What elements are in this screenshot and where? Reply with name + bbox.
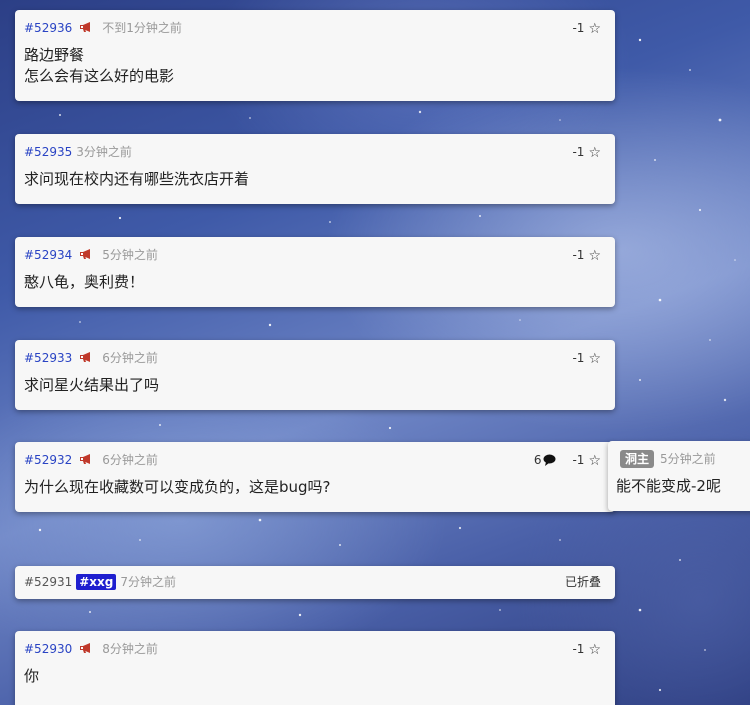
post-card[interactable]: #52933 6分钟之前 -1 ☆ 求问星火结果出了吗 — [15, 340, 615, 410]
post-actions: -1 ☆ — [572, 349, 601, 368]
post-actions: -1 ☆ — [572, 19, 601, 38]
post-actions: -1 ☆ — [572, 640, 601, 659]
like-count: -1 — [572, 453, 585, 467]
post-time: 6分钟之前 — [102, 453, 158, 467]
owner-badge: 洞主 — [620, 450, 655, 468]
post-text: 憨八龟，奥利费！ — [24, 273, 145, 291]
post-card[interactable]: #52932 6分钟之前 6 -1 ☆ 为什么现在收藏数可以变成负的，这是bug吗? — [15, 442, 615, 512]
like-count: -1 — [572, 21, 585, 35]
post-card[interactable]: #52935 3分钟之前 -1 ☆ 求问现在校内还有哪些洗衣店开着 — [15, 134, 615, 204]
post-id[interactable]: #52935 — [24, 145, 72, 159]
reply-count[interactable]: 6 — [534, 453, 557, 467]
star-outline-icon[interactable]: ☆ — [588, 144, 601, 162]
megaphone-icon — [80, 249, 91, 259]
reply-text: 能不能变成-2呢 — [616, 477, 721, 495]
star-outline-icon[interactable]: ☆ — [588, 20, 601, 38]
post-header: #52933 6分钟之前 -1 ☆ — [24, 349, 601, 367]
post-actions: -1 ☆ — [572, 143, 601, 162]
post-time: 8分钟之前 — [102, 642, 158, 656]
post-card[interactable]: #52936 不到1分钟之前 -1 ☆ 路边野餐 怎么会有这么好的电影 — [15, 10, 615, 101]
post-header: #52932 6分钟之前 6 -1 ☆ — [24, 451, 601, 469]
like-count: -1 — [572, 145, 585, 159]
post-time: 5分钟之前 — [102, 248, 158, 262]
post-id[interactable]: #52931 — [24, 575, 72, 589]
star-outline-icon[interactable]: ☆ — [588, 350, 601, 368]
post-id[interactable]: #52930 — [24, 642, 72, 656]
reply-header: 洞主 5分钟之前 — [620, 450, 716, 468]
post-text: 为什么现在收藏数可以变成负的，这是bug吗? — [24, 478, 331, 496]
star-outline-icon[interactable]: ☆ — [588, 452, 601, 470]
post-header: #52930 8分钟之前 -1 ☆ — [24, 640, 601, 658]
post-time: 不到1分钟之前 — [102, 21, 182, 35]
post-id[interactable]: #52934 — [24, 248, 72, 262]
post-card[interactable]: #52930 8分钟之前 -1 ☆ 你 — [15, 631, 615, 705]
star-outline-icon[interactable]: ☆ — [588, 247, 601, 265]
reply-card[interactable]: 洞主 5分钟之前 能不能变成-2呢 — [608, 441, 750, 511]
megaphone-icon — [80, 454, 91, 464]
post-time: 7分钟之前 — [120, 575, 176, 589]
post-id[interactable]: #52936 — [24, 21, 72, 35]
post-header: #52935 3分钟之前 -1 ☆ — [24, 143, 601, 161]
post-text: 你 — [24, 667, 40, 685]
post-card[interactable]: #52934 5分钟之前 -1 ☆ 憨八龟，奥利费！ — [15, 237, 615, 307]
post-card-folded[interactable]: #52931 #xxg 7分钟之前 已折叠 — [15, 566, 615, 599]
post-time: 3分钟之前 — [76, 145, 132, 159]
folded-status: 已折叠 — [564, 575, 601, 589]
post-text: 求问星火结果出了吗 — [24, 376, 160, 394]
post-actions: 6 -1 ☆ — [534, 451, 601, 470]
post-header: #52934 5分钟之前 -1 ☆ — [24, 246, 601, 264]
post-id[interactable]: #52932 — [24, 453, 72, 467]
post-id[interactable]: #52933 — [24, 351, 72, 365]
reply-time: 5分钟之前 — [660, 452, 716, 466]
like-count: -1 — [572, 248, 585, 262]
post-text: 求问现在校内还有哪些洗衣店开着 — [24, 170, 250, 188]
star-outline-icon[interactable]: ☆ — [588, 641, 601, 659]
megaphone-icon — [80, 643, 91, 653]
reply-count-value: 6 — [533, 453, 542, 467]
post-text: 路边野餐 怎么会有这么好的电影 — [24, 46, 175, 85]
post-header: #52931 #xxg 7分钟之前 已折叠 — [24, 573, 601, 591]
post-header: #52936 不到1分钟之前 -1 ☆ — [24, 19, 601, 37]
like-count: -1 — [572, 351, 585, 365]
like-count: -1 — [572, 642, 585, 656]
post-actions: -1 ☆ — [572, 246, 601, 265]
megaphone-icon — [80, 352, 91, 362]
post-tag[interactable]: #xxg — [76, 574, 117, 590]
megaphone-icon — [80, 22, 91, 32]
post-time: 6分钟之前 — [102, 351, 158, 365]
speech-bubble-icon — [543, 454, 556, 466]
